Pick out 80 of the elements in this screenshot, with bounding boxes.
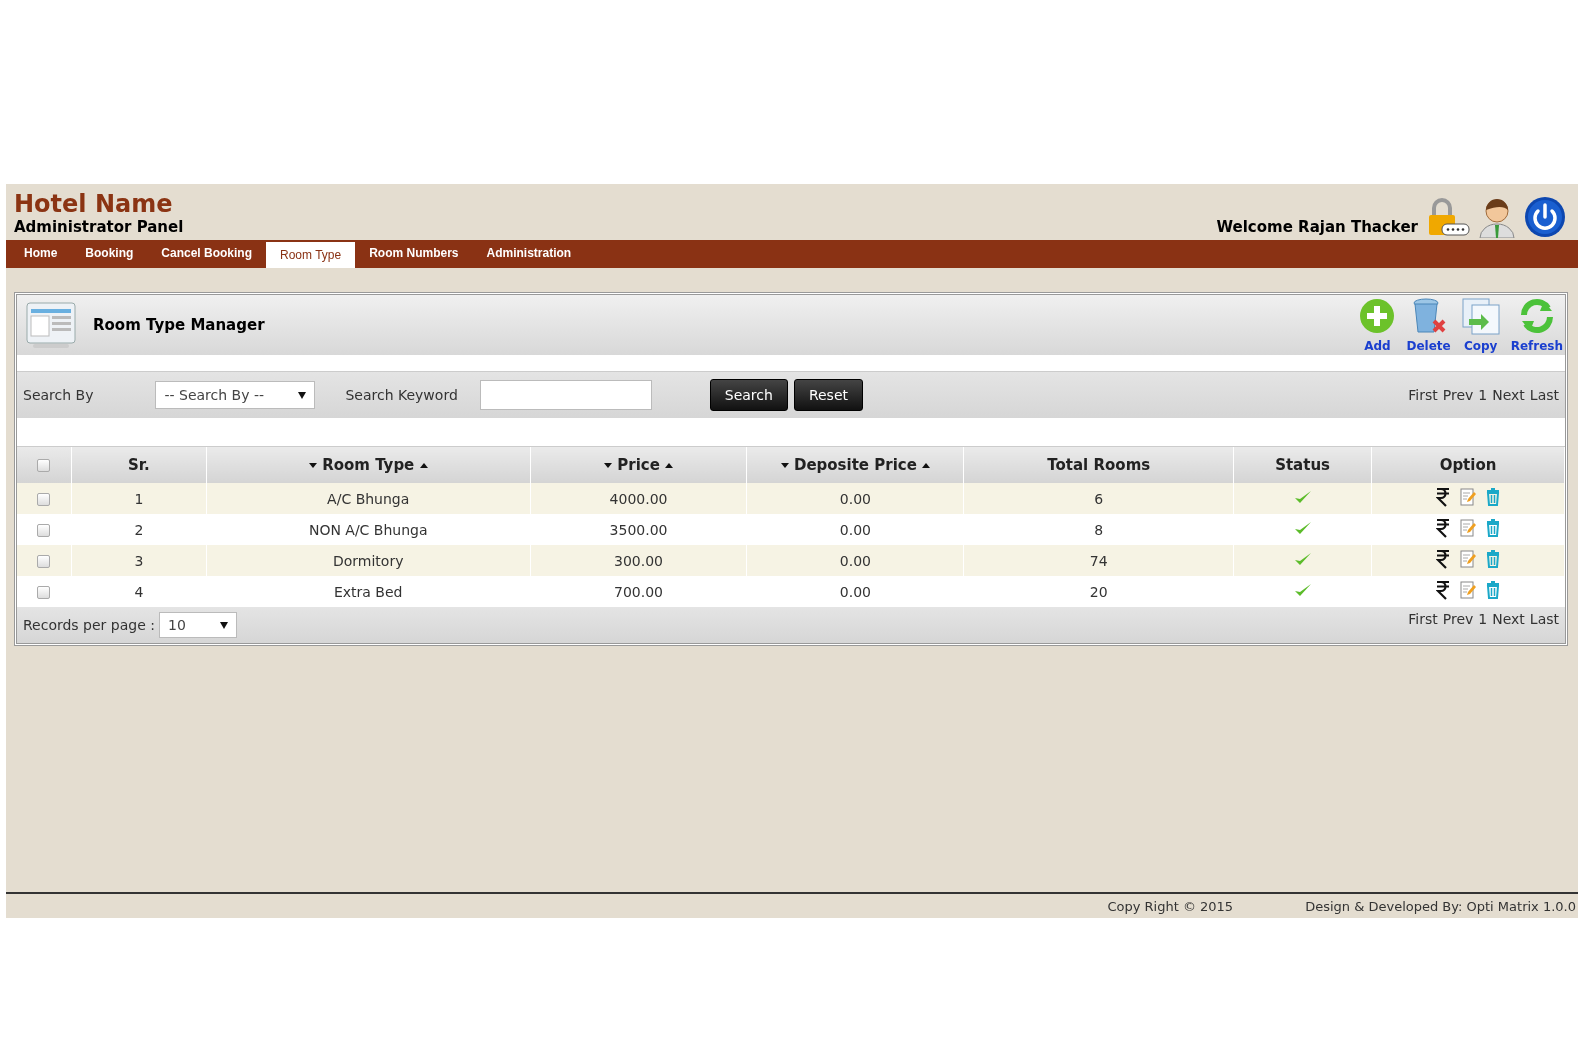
nav-tab[interactable]: Cancel Booking — [147, 240, 267, 266]
toolbar-button[interactable]: Add — [1356, 297, 1399, 353]
trash-icon[interactable] — [1486, 550, 1500, 568]
trash-icon[interactable] — [1486, 488, 1500, 506]
column-header[interactable]: Status — [1233, 447, 1372, 483]
table-cell: 300.00 — [530, 545, 747, 576]
trash-icon[interactable] — [1486, 519, 1500, 537]
table-cell: 4000.00 — [530, 483, 747, 514]
edit-icon[interactable] — [1460, 488, 1476, 506]
column-header[interactable]: Price — [530, 447, 747, 483]
sort-up-icon[interactable] — [419, 463, 428, 468]
table-cell: Dormitory — [206, 545, 531, 576]
table-cell: 0.00 — [746, 483, 964, 514]
row-checkbox[interactable] — [37, 493, 51, 506]
table-cell: 0.00 — [746, 545, 964, 576]
padlock-icon[interactable] — [1426, 198, 1470, 238]
select-all-checkbox[interactable] — [37, 459, 51, 472]
column-header[interactable]: Total Rooms — [963, 447, 1234, 483]
copy-icon — [1460, 297, 1501, 335]
column-header[interactable]: Option — [1371, 447, 1565, 483]
edit-icon[interactable] — [1460, 550, 1476, 568]
nav-tab[interactable]: Home — [10, 240, 72, 266]
sort-up-icon[interactable] — [665, 463, 674, 468]
row-checkbox[interactable] — [37, 524, 51, 537]
hotel-name: Hotel Name — [14, 190, 174, 218]
pager-link[interactable]: Next — [1492, 387, 1525, 403]
search-by-label: Search By — [23, 387, 94, 403]
column-header[interactable]: Sr. — [71, 447, 207, 483]
nav-tab[interactable]: Room Numbers — [355, 240, 473, 266]
nav-tab[interactable]: Room Type — [266, 242, 356, 268]
pager-link[interactable]: Last — [1529, 611, 1559, 627]
column-header[interactable]: Room Type — [206, 447, 531, 483]
edit-icon[interactable] — [1460, 581, 1476, 599]
panel-subtitle: Administrator Panel — [14, 218, 184, 236]
user-icon[interactable] — [1478, 196, 1516, 238]
sort-down-icon[interactable] — [308, 463, 317, 468]
pager-link[interactable]: Prev — [1442, 387, 1474, 403]
power-icon[interactable] — [1524, 196, 1566, 238]
rupee-icon[interactable] — [1436, 518, 1450, 538]
rupee-icon[interactable] — [1436, 487, 1450, 507]
nav-tab[interactable]: Booking — [71, 240, 148, 266]
developer-credit: Design & Developed By: Opti Matrix 1.0.0 — [1305, 898, 1576, 914]
pager-link[interactable]: Next — [1492, 611, 1525, 627]
trash-icon[interactable] — [1486, 581, 1500, 599]
copyright-text: Copy Right © 2015 — [1107, 898, 1234, 914]
table-cell: A/C Bhunga — [206, 483, 531, 514]
records-per-page-dropdown[interactable]: 10 — [158, 612, 237, 638]
table-cell: 6 — [963, 483, 1234, 514]
sort-down-icon[interactable] — [780, 463, 789, 468]
search-action-button[interactable]: Search — [709, 379, 788, 411]
row-checkbox[interactable] — [37, 555, 51, 568]
search-keyword-label: Search Keyword — [345, 387, 458, 403]
window-list-icon — [25, 301, 77, 349]
row-checkbox[interactable] — [37, 586, 51, 599]
panel-title: Room Type Manager — [93, 316, 265, 334]
sort-down-icon[interactable] — [604, 463, 612, 468]
table-cell: 74 — [963, 545, 1234, 576]
toolbar-button[interactable]: Refresh — [1508, 297, 1565, 353]
search-action-button[interactable]: Reset — [793, 379, 863, 411]
rupee-icon[interactable] — [1436, 549, 1450, 569]
toolbar-button[interactable]: Copy — [1458, 297, 1503, 353]
welcome-text: Welcome Rajan Thacker — [1216, 218, 1418, 236]
table-cell: 1 — [71, 483, 207, 514]
pager-link[interactable]: 1 — [1478, 611, 1488, 627]
pager-link[interactable]: First — [1408, 611, 1438, 627]
pager-link[interactable]: 1 — [1478, 387, 1488, 403]
edit-icon[interactable] — [1460, 519, 1476, 537]
pager-link[interactable]: Prev — [1442, 611, 1474, 627]
column-header[interactable]: Deposite Price — [746, 447, 964, 483]
search-by-dropdown[interactable]: -- Search By -- — [155, 381, 316, 409]
search-keyword-field[interactable] — [479, 380, 652, 410]
records-per-page-label: Records per page : — [23, 617, 155, 633]
pager-link[interactable]: Last — [1529, 387, 1559, 403]
table-cell: 3 — [71, 545, 207, 576]
nav-tab[interactable]: Administration — [472, 240, 586, 266]
toolbar-button[interactable]: Delete — [1404, 297, 1453, 353]
sort-up-icon[interactable] — [922, 463, 931, 468]
pager-link[interactable]: First — [1408, 387, 1438, 403]
rupee-icon[interactable] — [1436, 580, 1450, 600]
plus-icon — [1358, 297, 1397, 335]
